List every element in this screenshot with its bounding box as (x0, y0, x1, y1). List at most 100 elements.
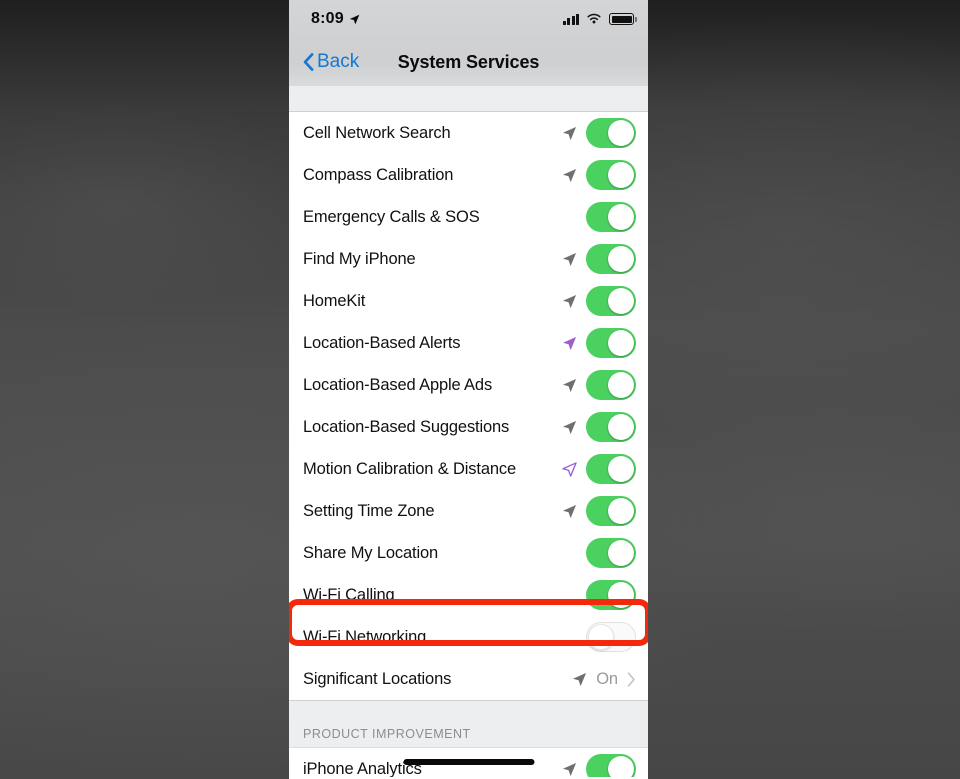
list-item[interactable]: Cell Network Search (289, 112, 648, 154)
toggle-switch[interactable] (586, 286, 636, 316)
location-arrow-icon (562, 336, 577, 350)
list-item-controls (562, 328, 636, 358)
list-item-controls (586, 202, 636, 232)
list-item-label: HomeKit (303, 291, 366, 310)
list-item-controls (586, 622, 636, 652)
list-item[interactable]: Motion Calibration & Distance (289, 448, 648, 490)
home-indicator (403, 759, 534, 765)
location-arrow-icon (562, 504, 577, 518)
toggle-knob (608, 498, 634, 524)
wifi-icon (587, 13, 601, 24)
back-button-label: Back (317, 51, 360, 72)
toggle-switch[interactable] (586, 370, 636, 400)
list-item[interactable]: HomeKit (289, 280, 648, 322)
list-item-label: Significant Locations (303, 669, 452, 688)
list-item[interactable]: Location-Based Alerts (289, 322, 648, 364)
list-item-label: Location-Based Apple Ads (303, 375, 493, 394)
toggle-knob (608, 162, 634, 188)
location-arrow-icon (562, 420, 577, 434)
status-bar: 8:09 (289, 0, 648, 38)
toggle-switch[interactable] (586, 622, 636, 652)
location-arrow-icon (562, 294, 577, 308)
toggle-knob (608, 540, 634, 566)
list-item-controls (562, 754, 636, 777)
list-top-spacer (289, 86, 648, 112)
toggle-switch[interactable] (586, 454, 636, 484)
list-item-label: Compass Calibration (303, 165, 454, 184)
toggle-knob (608, 246, 634, 272)
status-time-group: 8:09 (311, 10, 360, 28)
toggle-knob (608, 414, 634, 440)
list-item[interactable]: Find My iPhone (289, 238, 648, 280)
list-item-controls (562, 118, 636, 148)
status-icons (562, 13, 637, 25)
toggle-knob (608, 330, 634, 356)
list-item-label: Find My iPhone (303, 249, 416, 268)
toggle-knob (608, 756, 634, 777)
list-item[interactable]: Share My Location (289, 532, 648, 574)
toggle-knob (608, 288, 634, 314)
system-services-list: Cell Network Search Compass Calibration Em… (289, 112, 648, 700)
toggle-switch[interactable] (586, 412, 636, 442)
toggle-knob (608, 204, 634, 230)
list-item-controls (562, 412, 636, 442)
location-arrow-icon (573, 672, 587, 686)
toggle-switch[interactable] (586, 202, 636, 232)
location-arrow-icon (562, 126, 577, 140)
toggle-switch[interactable] (586, 496, 636, 526)
location-arrow-icon (562, 252, 577, 266)
back-button[interactable]: Back (303, 51, 359, 73)
list-item[interactable]: Compass Calibration (289, 154, 648, 196)
list-item[interactable]: Location-Based Suggestions (289, 406, 648, 448)
list-item[interactable]: Setting Time Zone (289, 490, 648, 532)
list-item-label: Wi-Fi Calling (303, 585, 395, 604)
toggle-switch[interactable] (586, 754, 636, 777)
phone-screen: 8:09 Back System Services Cell Network S… (289, 0, 648, 779)
list-item-label: Setting Time Zone (303, 501, 435, 520)
list-item-label: Motion Calibration & Distance (303, 459, 517, 478)
list-item-controls (562, 160, 636, 190)
toggle-switch[interactable] (586, 160, 636, 190)
list-item-controls (586, 538, 636, 568)
list-item[interactable]: Emergency Calls & SOS (289, 196, 648, 238)
list-item-controls (562, 496, 636, 526)
location-arrow-icon (349, 14, 360, 24)
toggle-switch[interactable] (586, 538, 636, 568)
list-item-label: Emergency Calls & SOS (303, 207, 480, 226)
toggle-knob (608, 582, 634, 608)
toggle-knob (608, 372, 634, 398)
toggle-knob (608, 120, 634, 146)
list-item-controls (586, 580, 636, 610)
list-item-label: Share My Location (303, 543, 439, 562)
chevron-left-icon (303, 53, 314, 71)
list-item[interactable]: Significant Locations On (289, 658, 648, 700)
toggle-switch[interactable] (586, 580, 636, 610)
list-item-controls (562, 454, 636, 484)
list-item-label: Wi-Fi Networking (303, 627, 427, 646)
list-item-value: On (596, 669, 618, 688)
toggle-switch[interactable] (586, 328, 636, 358)
cellular-signal-icon (562, 13, 579, 25)
toggle-switch[interactable] (586, 118, 636, 148)
product-improvement-header: PRODUCT IMPROVEMENT (289, 700, 648, 747)
list-item-label: Location-Based Alerts (303, 333, 461, 352)
list-item[interactable]: Location-Based Apple Ads (289, 364, 648, 406)
location-arrow-icon (562, 378, 577, 392)
list-item-label: Cell Network Search (303, 123, 451, 142)
location-arrow-icon (562, 762, 577, 776)
chevron-right-icon (627, 671, 635, 687)
list-item[interactable]: Wi-Fi Networking (289, 616, 648, 658)
list-item-controls (562, 370, 636, 400)
navigation-bar: Back System Services (289, 38, 648, 86)
location-arrow-icon (562, 168, 577, 182)
battery-full-icon (609, 13, 637, 25)
toggle-knob (608, 456, 634, 482)
section-header-label: PRODUCT IMPROVEMENT (303, 727, 471, 741)
list-item-controls: On (572, 670, 636, 689)
list-item[interactable]: Wi-Fi Calling (289, 574, 648, 616)
toggle-knob (588, 624, 614, 650)
status-time: 8:09 (311, 10, 344, 27)
list-item-controls (562, 244, 636, 274)
list-item-label: Location-Based Suggestions (303, 417, 510, 436)
toggle-switch[interactable] (586, 244, 636, 274)
